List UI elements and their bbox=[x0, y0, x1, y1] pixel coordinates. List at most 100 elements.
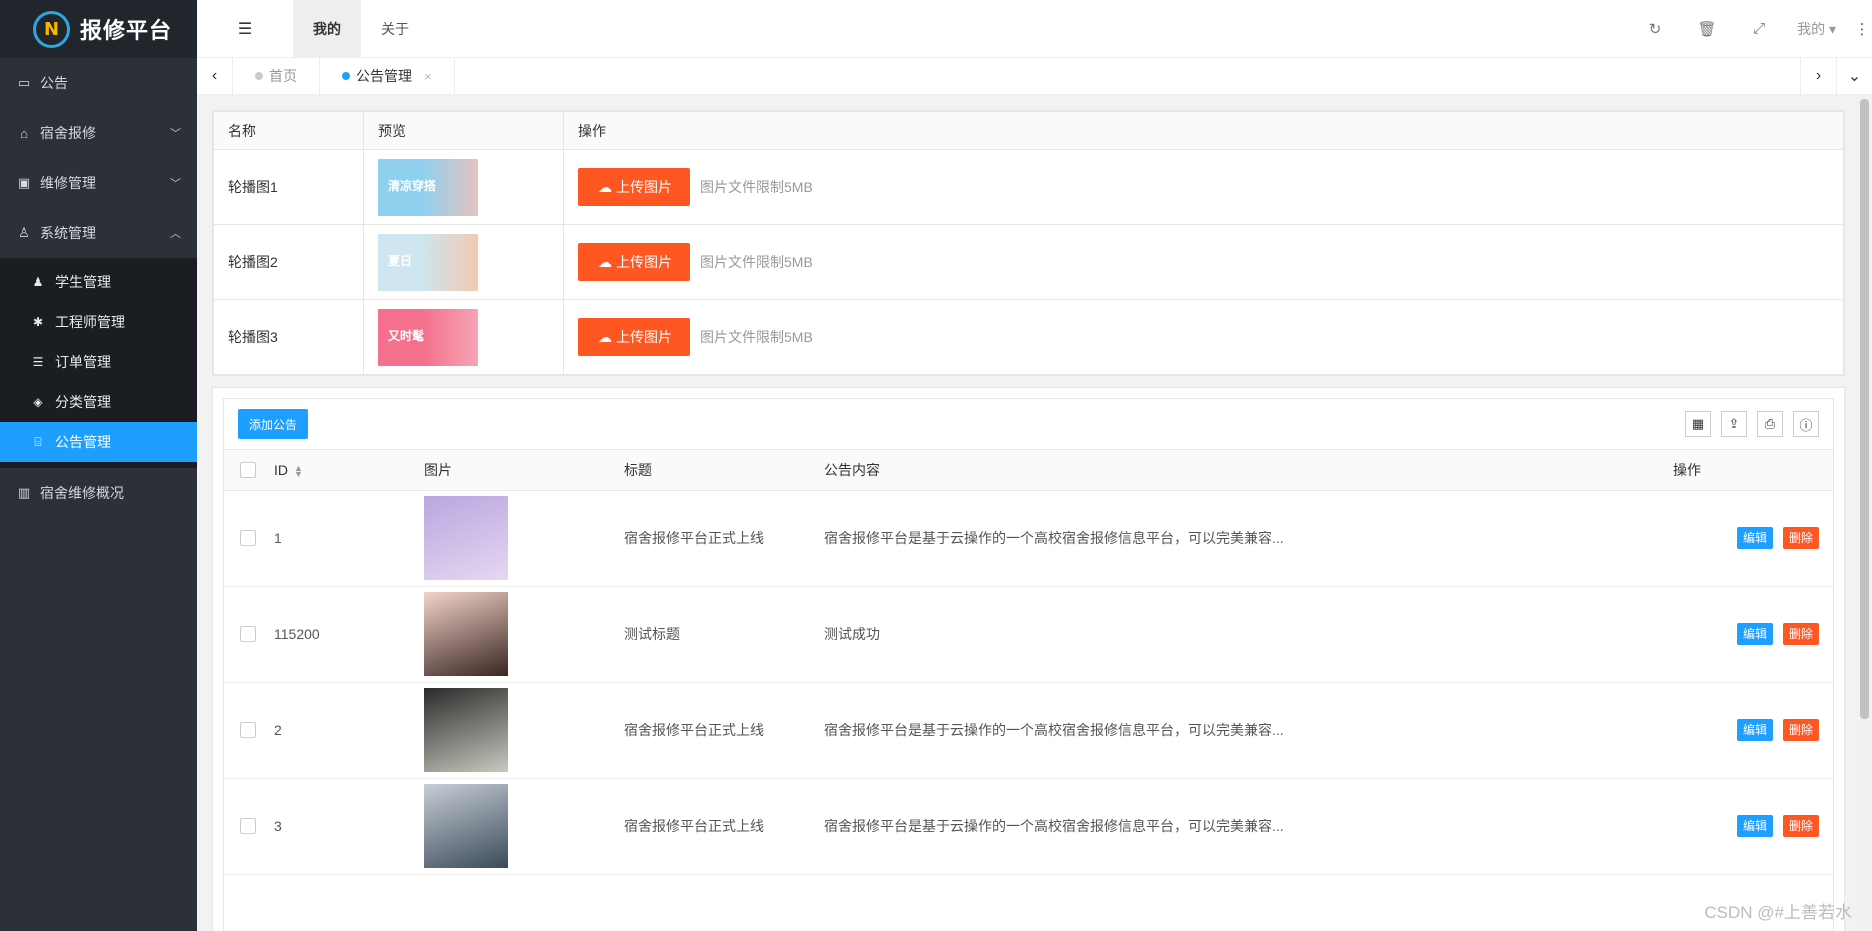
chevron-down-icon[interactable]: ⌄ bbox=[1836, 57, 1872, 95]
tab-mine[interactable]: 我的 bbox=[293, 0, 361, 58]
add-notice-button[interactable]: 添加公告 bbox=[238, 409, 309, 439]
sidebar-item-label: 维修管理 bbox=[40, 175, 96, 191]
print-icon[interactable]: ⎙ bbox=[1757, 411, 1783, 437]
row-checkbox[interactable] bbox=[240, 722, 256, 738]
sidebar-item-label: 工程师管理 bbox=[55, 314, 125, 330]
page-tab-notice-management[interactable]: 公告管理 × bbox=[320, 57, 455, 95]
sidebar-item-orders[interactable]: ☰ 订单管理 bbox=[0, 342, 197, 382]
refresh-icon[interactable]: ↻ bbox=[1629, 20, 1681, 38]
upload-label: 上传图片 bbox=[616, 329, 672, 345]
sidebar-item-label: 宿舍维修概况 bbox=[40, 485, 124, 501]
tab-about[interactable]: 关于 bbox=[361, 0, 429, 58]
carousel-row: 轮播图2 夏日 ☁ 上传图片 图片文件限制5MB bbox=[213, 224, 1844, 300]
carousel-overlay-text: 清凉穿搭 bbox=[388, 178, 437, 193]
upload-hint: 图片文件限制5MB bbox=[700, 254, 813, 270]
chevron-down-icon: ﹀ bbox=[170, 178, 181, 190]
sidebar-item-label: 宿舍报修 bbox=[40, 125, 96, 141]
upload-label: 上传图片 bbox=[616, 254, 672, 270]
tags-icon: ◈ bbox=[33, 395, 43, 409]
info-icon[interactable]: ⓘ bbox=[1793, 411, 1819, 437]
sidebar-item-engineers[interactable]: ✱ 工程师管理 bbox=[0, 302, 197, 342]
sidebar-item-notice[interactable]: ▭ 公告 bbox=[0, 58, 197, 108]
delete-button[interactable]: 删除 bbox=[1782, 527, 1819, 549]
row-checkbox[interactable] bbox=[240, 626, 256, 642]
col-actions: 操作 bbox=[563, 111, 1844, 150]
notice-image bbox=[424, 496, 508, 580]
top-header: ☰ 我的 关于 ↻ 🗑 ⤢ 我的 ▾ ⋮ bbox=[197, 0, 1872, 58]
select-all-checkbox[interactable] bbox=[240, 461, 256, 478]
col-id-label: ID bbox=[274, 461, 288, 478]
carousel-name: 轮播图1 bbox=[213, 149, 364, 225]
export-icon[interactable]: ⇪ bbox=[1721, 411, 1747, 437]
edit-button[interactable]: 编辑 bbox=[1736, 527, 1773, 549]
chevron-left-icon[interactable]: ‹ bbox=[197, 57, 233, 95]
caret-down-icon: ▾ bbox=[1828, 20, 1836, 37]
edit-button[interactable]: 编辑 bbox=[1736, 623, 1773, 645]
columns-icon[interactable]: ▦ bbox=[1685, 411, 1711, 437]
upload-label: 上传图片 bbox=[616, 179, 672, 195]
chevron-right-icon[interactable]: › bbox=[1800, 57, 1836, 95]
upload-image-button[interactable]: ☁ 上传图片 bbox=[578, 168, 690, 206]
table-row: 3 宿舍报修平台正式上线 宿舍报修平台是基于云操作的一个高校宿舍报修信息平台，可以完… bbox=[224, 778, 1833, 875]
carousel-overlay-text: 夏日 bbox=[388, 253, 413, 268]
user-icon: ♟ bbox=[32, 275, 44, 289]
row-title: 宿舍报修平台正式上线 bbox=[624, 490, 824, 587]
row-content: 宿舍报修平台是基于云操作的一个高校宿舍报修信息平台，可以完美兼容... bbox=[824, 490, 1673, 587]
logo-icon: N bbox=[33, 10, 70, 48]
upload-image-button[interactable]: ☁ 上传图片 bbox=[578, 243, 690, 281]
sidebar-item-dorm-overview[interactable]: ▥ 宿舍维修概况 bbox=[0, 468, 197, 518]
row-id: 3 bbox=[274, 778, 424, 875]
sidebar-item-students[interactable]: ♟ 学生管理 bbox=[0, 262, 197, 302]
sidebar-item-label: 学生管理 bbox=[55, 274, 111, 290]
carousel-preview-image: 清凉穿搭 bbox=[378, 158, 478, 216]
trash-icon[interactable]: 🗑 bbox=[1681, 20, 1733, 38]
notice-image bbox=[424, 592, 508, 676]
app-title: 报修平台 bbox=[80, 18, 173, 43]
window-icon: ▭ bbox=[17, 75, 31, 90]
carousel-overlay-text: 又时髦 bbox=[388, 328, 425, 343]
carousel-preview-image: 夏日 bbox=[378, 233, 478, 291]
edit-button[interactable]: 编辑 bbox=[1736, 815, 1773, 837]
sort-icon[interactable]: ▲ ▼ bbox=[294, 464, 303, 479]
menu-toggle-icon[interactable]: ☰ bbox=[197, 0, 293, 58]
notice-card: 添加公告 ▦ ⇪ ⎙ ⓘ ID ▲ ▼ 图片 标题 公告内容 操作 1 宿舍报修… bbox=[212, 387, 1845, 931]
carousel-row: 轮播图1 清凉穿搭 ☁ 上传图片 图片文件限制5MB bbox=[213, 149, 1844, 225]
user-menu[interactable]: 我的 ▾ bbox=[1785, 19, 1852, 39]
sidebar-item-maintenance[interactable]: ▣ 维修管理 ﹀ bbox=[0, 158, 197, 208]
table-row: 2 宿舍报修平台正式上线 宿舍报修平台是基于云操作的一个高校宿舍报修信息平台，可以完… bbox=[224, 682, 1833, 779]
carousel-preview-image: 又时髦 bbox=[378, 308, 478, 366]
delete-button[interactable]: 删除 bbox=[1782, 815, 1819, 837]
table-row: 1 宿舍报修平台正式上线 宿舍报修平台是基于云操作的一个高校宿舍报修信息平台，可以完… bbox=[224, 490, 1833, 587]
col-preview: 预览 bbox=[363, 111, 564, 150]
row-content: 测试成功 bbox=[824, 586, 1673, 683]
cloud-upload-icon: ☁ bbox=[598, 328, 612, 345]
sidebar-item-dorm-repair[interactable]: ⌂ 宿舍报修 ﹀ bbox=[0, 108, 197, 158]
delete-button[interactable]: 删除 bbox=[1782, 623, 1819, 645]
delete-button[interactable]: 删除 bbox=[1782, 719, 1819, 741]
sidebar-item-label: 系统管理 bbox=[40, 225, 96, 241]
close-icon[interactable]: × bbox=[424, 69, 432, 84]
row-checkbox[interactable] bbox=[240, 818, 256, 834]
sidebar-item-categories[interactable]: ◈ 分类管理 bbox=[0, 382, 197, 422]
col-name: 名称 bbox=[213, 111, 364, 150]
col-id[interactable]: ID ▲ ▼ bbox=[274, 450, 424, 491]
upload-image-button[interactable]: ☁ 上传图片 bbox=[578, 318, 690, 356]
app-logo[interactable]: N 报修平台 bbox=[0, 0, 197, 58]
col-title: 标题 bbox=[624, 450, 824, 491]
main-content: 名称 预览 操作 轮播图1 清凉穿搭 ☁ 上传图片 图片文件限制5MB 轮播图2 夏日 ☁ 上传… bbox=[197, 95, 1857, 931]
scrollbar-thumb[interactable] bbox=[1860, 99, 1869, 719]
page-scrollbar[interactable] bbox=[1857, 95, 1872, 931]
sidebar-item-system[interactable]: ♙ 系统管理 ︿ bbox=[0, 208, 197, 258]
table-toolbar: 添加公告 ▦ ⇪ ⎙ ⓘ bbox=[224, 399, 1833, 450]
sidebar-item-label: 订单管理 bbox=[55, 354, 111, 370]
sidebar-item-notice-management[interactable]: ⌸ 公告管理 bbox=[0, 422, 197, 462]
list-icon: ☰ bbox=[32, 355, 44, 369]
fullscreen-icon[interactable]: ⤢ bbox=[1733, 20, 1785, 37]
row-content: 宿舍报修平台是基于云操作的一个高校宿舍报修信息平台，可以完美兼容... bbox=[824, 778, 1673, 875]
page-tab-home[interactable]: 首页 bbox=[233, 57, 320, 95]
row-checkbox[interactable] bbox=[240, 530, 256, 546]
more-vertical-icon[interactable]: ⋮ bbox=[1852, 20, 1872, 38]
bank-icon: ⌸ bbox=[34, 434, 42, 449]
row-content: 宿舍报修平台是基于云操作的一个高校宿舍报修信息平台，可以完美兼容... bbox=[824, 682, 1673, 779]
edit-button[interactable]: 编辑 bbox=[1736, 719, 1773, 741]
